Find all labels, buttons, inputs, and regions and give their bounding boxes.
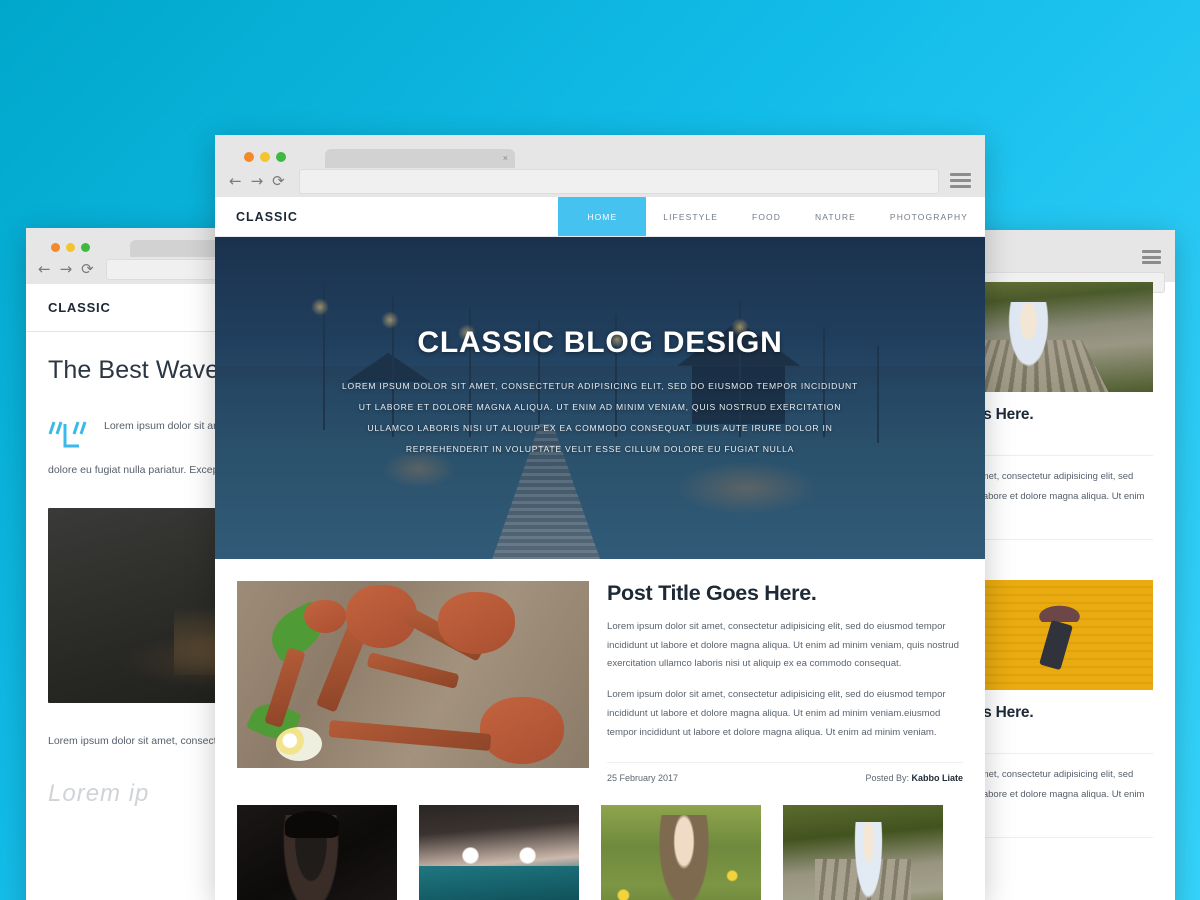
nav-item-home[interactable]: HOME bbox=[558, 197, 647, 236]
main-content: Post Title Goes Here. Lorem ipsum dolor … bbox=[215, 559, 985, 900]
site-brand[interactable]: CLASSIC bbox=[215, 197, 558, 236]
hero-content: CLASSIC BLOG DESIGN LOREM IPSUM DOLOR SI… bbox=[215, 237, 985, 460]
hamburger-icon[interactable] bbox=[950, 173, 971, 188]
reload-icon[interactable]: ⟳ bbox=[272, 174, 285, 189]
gallery-item-3[interactable] bbox=[601, 805, 761, 900]
hero-title: CLASSIC BLOG DESIGN bbox=[417, 326, 783, 359]
post-meta: 25 February 2017 Posted By: Kabbo Liate bbox=[607, 762, 963, 783]
post-image[interactable] bbox=[237, 581, 589, 768]
posted-by-label: Posted By: bbox=[865, 773, 909, 784]
forward-icon[interactable]: → bbox=[60, 262, 73, 277]
nav-item-food[interactable]: FOOD bbox=[735, 197, 798, 236]
post-paragraph-2: Lorem ipsum dolor sit amet, consectetur … bbox=[607, 689, 946, 738]
site-brand[interactable]: CLASSIC bbox=[48, 300, 111, 315]
minimize-window-button[interactable] bbox=[66, 243, 75, 252]
hero-banner: CLASSIC BLOG DESIGN LOREM IPSUM DOLOR SI… bbox=[215, 237, 985, 559]
navigation-buttons: ← → ⟳ bbox=[229, 174, 285, 189]
close-window-button[interactable] bbox=[51, 243, 60, 252]
navigation-buttons: ← → ⟳ bbox=[38, 262, 94, 277]
forward-icon[interactable]: → bbox=[251, 174, 264, 189]
post-paragraph-1: Lorem ipsum dolor sit amet, consectetur … bbox=[607, 621, 959, 670]
gallery-item-1[interactable] bbox=[237, 805, 397, 900]
gallery-item-2[interactable] bbox=[419, 805, 579, 900]
hamburger-icon[interactable] bbox=[1142, 250, 1161, 264]
window-traffic-lights bbox=[51, 243, 90, 252]
browser-toolbar: ← → ⟳ bbox=[229, 169, 973, 194]
address-bar[interactable] bbox=[298, 169, 939, 194]
reload-icon[interactable]: ⟳ bbox=[81, 262, 94, 277]
featured-post: Post Title Goes Here. Lorem ipsum dolor … bbox=[237, 581, 963, 783]
back-icon[interactable]: ← bbox=[229, 174, 242, 189]
nav-item-lifestyle[interactable]: LIFESTYLE bbox=[646, 197, 735, 236]
gallery-item-4[interactable] bbox=[783, 805, 943, 900]
close-window-button[interactable] bbox=[244, 152, 254, 162]
maximize-window-button[interactable] bbox=[81, 243, 90, 252]
window-traffic-lights bbox=[244, 152, 286, 162]
post-title[interactable]: Post Title Goes Here. bbox=[607, 581, 963, 606]
site-menu: HOME LIFESTYLE FOOD NATURE PHOTOGRAPHY bbox=[558, 197, 985, 236]
main-browser-window[interactable]: × ← → ⟳ CLASSIC HOME LIFESTYLE FOOD NATU… bbox=[215, 135, 985, 900]
nav-item-photography[interactable]: PHOTOGRAPHY bbox=[873, 197, 985, 236]
back-icon[interactable]: ← bbox=[38, 262, 51, 277]
site-navbar: CLASSIC HOME LIFESTYLE FOOD NATURE PHOTO… bbox=[215, 197, 985, 237]
maximize-window-button[interactable] bbox=[276, 152, 286, 162]
post-date: 25 February 2017 bbox=[607, 773, 679, 784]
nav-item-nature[interactable]: NATURE bbox=[798, 197, 873, 236]
quote-icon bbox=[48, 416, 92, 458]
post-author-meta: Posted By: Kabbo Liate bbox=[865, 773, 963, 783]
post-author: Kabbo Liate bbox=[911, 773, 963, 784]
browser-chrome: × ← → ⟳ bbox=[215, 135, 985, 197]
close-tab-icon[interactable]: × bbox=[503, 154, 515, 163]
browser-tab[interactable]: × bbox=[325, 149, 515, 168]
post-body: Post Title Goes Here. Lorem ipsum dolor … bbox=[607, 581, 963, 783]
hero-subtitle: LOREM IPSUM DOLOR SIT AMET, CONSECTETUR … bbox=[341, 381, 859, 455]
photo-gallery bbox=[237, 805, 963, 900]
minimize-window-button[interactable] bbox=[260, 152, 270, 162]
tab-strip: × bbox=[229, 143, 973, 168]
